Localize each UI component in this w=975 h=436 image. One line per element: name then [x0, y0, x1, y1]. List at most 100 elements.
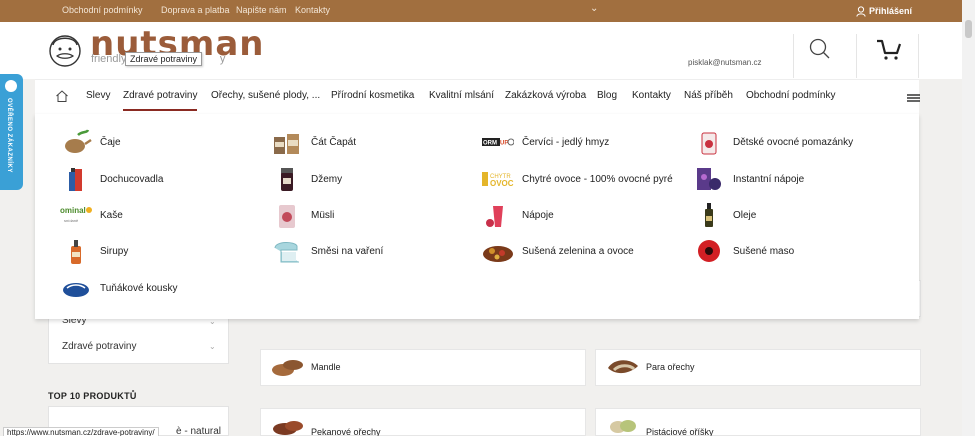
topbar-link-doprava-a-platba[interactable]: Doprava a platba [161, 5, 230, 15]
fruit-jar-icon [693, 129, 725, 155]
category-cervici[interactable]: ORM UP Červíci - jedlý hmyz [482, 129, 609, 155]
nav-item-blog[interactable]: Blog [597, 90, 617, 101]
category-kase[interactable]: ominal snídaně Kaše [60, 202, 123, 228]
nav-item-zakazkova-vyroba[interactable]: Zakázková výroba [505, 90, 586, 101]
nutsman-face-logo-icon[interactable] [47, 32, 83, 70]
header-divider [856, 34, 857, 78]
tuna-logo-icon [60, 275, 92, 301]
main-nav: Slevy Zdravé potraviny Ořechy, sušené pl… [35, 79, 920, 114]
menu-icon[interactable] [907, 93, 920, 103]
nav-item-obchodni-podminky[interactable]: Obchodní podmínky [746, 90, 836, 101]
category-musli[interactable]: Müsli [271, 202, 334, 228]
top10-heading: TOP 10 PRODUKTŮ [48, 391, 137, 401]
nav-item-prirodni-kosmetika[interactable]: Přírodní kosmetika [331, 90, 414, 101]
category-label: Tuňákové kousky [100, 282, 178, 294]
svg-text:OVOC: OVOC [490, 179, 514, 188]
category-label: Nápoje [522, 209, 554, 221]
category-napoje[interactable]: Nápoje [482, 202, 554, 228]
status-bar-url: https://www.nutsman.cz/zdrave-potraviny/ [3, 427, 159, 436]
header-divider [793, 34, 794, 78]
category-label: Sirupy [100, 245, 129, 257]
category-label: Oleje [733, 209, 757, 221]
kitchen-mixer-icon [271, 238, 303, 264]
badge-text: OVĚŘENO ZÁKAZNÍKY [6, 98, 12, 173]
product-card-para-orechy[interactable]: Para ořechy [595, 349, 921, 386]
category-dzemy[interactable]: Džemy [271, 166, 342, 192]
product-card-pekanove-orechy[interactable]: Pekanové ořechy [260, 408, 586, 436]
wormup-logo-icon: ORM UP [482, 129, 514, 155]
topbar-link-obchodni-podminky[interactable]: Obchodní podmínky [62, 5, 143, 15]
home-icon[interactable] [55, 89, 69, 103]
category-label: Červíci - jedlý hmyz [522, 136, 610, 148]
category-smesi-na-vareni[interactable]: Směsi na vaření [271, 238, 383, 264]
svg-text:snídaně: snídaně [64, 218, 79, 223]
login-button[interactable]: Přihlášení [856, 2, 912, 20]
category-label: Čát Čapát [311, 136, 357, 148]
product-label: Pistáciové oříšky [646, 427, 714, 436]
nav-item-nas-pribeh[interactable]: Náš příběh [684, 90, 733, 101]
logo-tagline-right: y [219, 53, 226, 65]
dried-fruit-icon [482, 238, 514, 264]
topbar-link-napiste-nam[interactable]: Napište nám [236, 5, 287, 15]
top-bar: Obchodní podmínky Doprava a platba Napiš… [0, 0, 962, 22]
teapot-icon [60, 129, 92, 155]
tooltip: Zdravé potraviny [125, 52, 203, 66]
drink-glass-icon [482, 202, 514, 228]
spice-bottles-icon [60, 166, 92, 192]
product-card-mandle[interactable]: Mandle [260, 349, 586, 386]
top10-item[interactable]: è - natural [176, 426, 221, 436]
category-sirupy[interactable]: Sirupy [60, 238, 128, 264]
page-scrollbar[interactable] [962, 0, 975, 436]
svg-text:ominal: ominal [60, 206, 86, 215]
category-susene-maso[interactable]: Sušené maso [693, 238, 794, 264]
category-label: Sušené maso [733, 245, 795, 257]
nav-item-slevy[interactable]: Slevy [86, 90, 110, 101]
instant-drink-pack-icon [693, 166, 725, 192]
nav-item-zdrave-potraviny[interactable]: Zdravé potraviny [123, 90, 198, 111]
category-chytre-ovoce[interactable]: CHYTR OVOC Chytré ovoce - 100% ovocné pyr… [482, 166, 673, 192]
category-label: Džemy [311, 173, 343, 185]
site-header: nutsman friendly & y Zdravé potraviny pis… [0, 22, 962, 79]
category-susena-zelenina[interactable]: Sušená zelenina a ovoce [482, 238, 634, 264]
topbar-link-kontakty[interactable]: Kontakty [295, 5, 330, 15]
category-label: Instantní nápoje [733, 173, 805, 185]
user-icon [856, 5, 866, 17]
nav-item-kontakty[interactable]: Kontakty [632, 90, 671, 101]
cart-icon[interactable] [875, 37, 903, 63]
sidebar-item-zdrave-potraviny[interactable]: Zdravé potraviny [62, 341, 136, 352]
product-card-pistaciove-orisky[interactable]: Pistáciové oříšky [595, 408, 921, 436]
pecans-icon [273, 421, 303, 435]
category-oleje[interactable]: Oleje [693, 202, 756, 228]
category-cat-capat[interactable]: Čát Čapát [271, 129, 356, 155]
scrollbar-thumb[interactable] [965, 20, 972, 38]
oil-bottle-icon [693, 202, 725, 228]
musli-bag-icon [271, 202, 303, 228]
dried-meat-logo-icon [693, 238, 725, 264]
ominal-logo-icon: ominal snídaně [60, 202, 92, 228]
svg-text:UP: UP [500, 141, 508, 147]
category-label: Sušená zelenina a ovoce [522, 245, 634, 257]
search-icon[interactable] [808, 37, 832, 61]
user-email[interactable]: pisklak@nutsman.cz [688, 58, 761, 67]
category-detske-pomazanky[interactable]: Dětské ovocné pomazánky [693, 129, 853, 155]
verified-customers-badge[interactable]: OVĚŘENO ZÁKAZNÍKY [0, 74, 23, 190]
category-label: Dětské ovocné pomazánky [733, 136, 854, 148]
category-label: Čaje [100, 136, 121, 148]
product-label: Mandle [311, 362, 341, 372]
almonds-icon [272, 360, 303, 376]
pistachios-icon [610, 420, 636, 433]
product-label: Para ořechy [646, 362, 695, 372]
header-divider [918, 34, 919, 78]
chevron-down-icon[interactable]: ⌄ [209, 342, 216, 351]
category-instantni-napoje[interactable]: Instantní nápoje [693, 166, 804, 192]
category-label: Chytré ovoce - 100% ovocné pyré [522, 173, 673, 185]
category-tunakove-kousky[interactable]: Tuňákové kousky [60, 275, 177, 301]
nav-item-orechy[interactable]: Ořechy, sušené plody, ... [211, 90, 320, 101]
category-label: Kaše [100, 209, 123, 221]
category-dochucovadla[interactable]: Dochucovadla [60, 166, 163, 192]
category-label: Müsli [311, 209, 335, 221]
nav-item-kvalitni-mlsani[interactable]: Kvalitní mlsání [429, 90, 494, 101]
category-sidebar: Slevy ⌄ Zdravé potraviny ⌄ [48, 315, 229, 364]
chevron-down-icon[interactable]: ⌄ [590, 3, 598, 14]
category-caje[interactable]: Čaje [60, 129, 121, 155]
